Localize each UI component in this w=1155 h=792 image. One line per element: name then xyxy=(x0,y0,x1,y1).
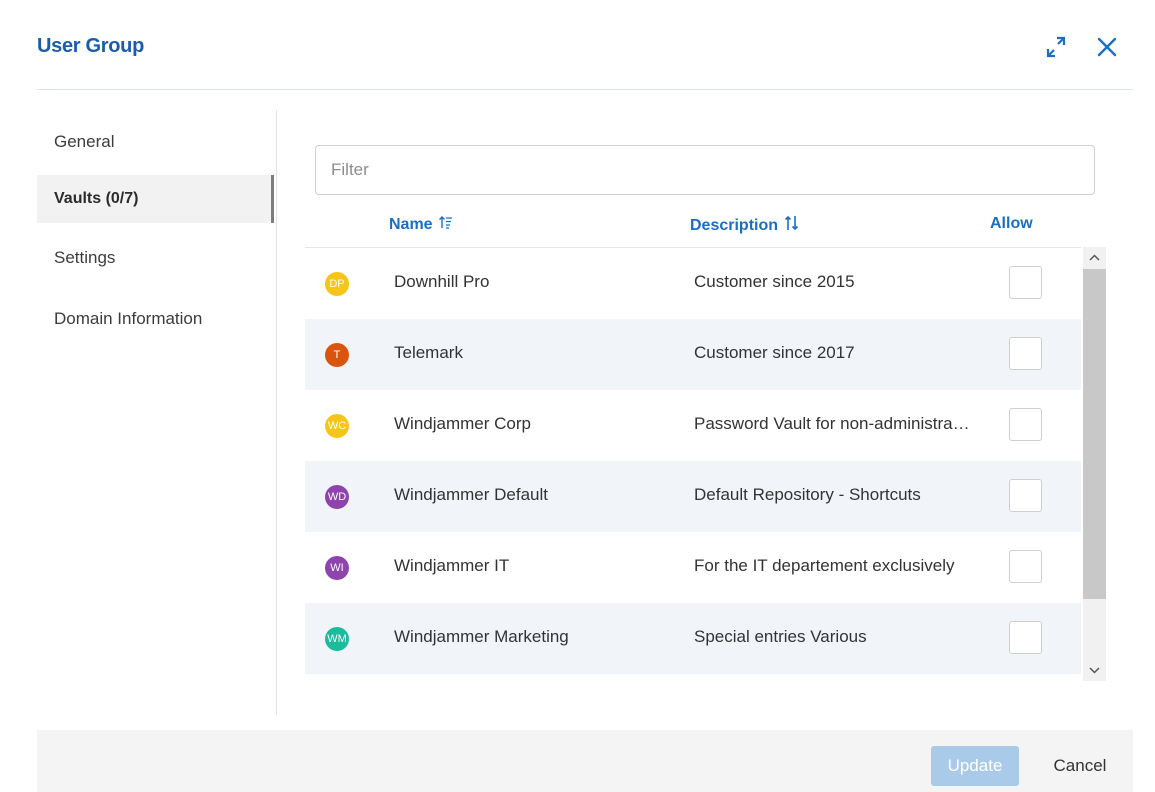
vault-description: For the IT departement exclusively xyxy=(694,556,955,575)
column-header-allow[interactable]: Allow xyxy=(990,215,1033,233)
vault-name: Downhill Pro xyxy=(394,272,490,291)
sidebar-item-vaults[interactable]: Vaults (0/7) xyxy=(37,175,274,223)
sidebar-item-general[interactable]: General xyxy=(37,118,274,166)
vault-name: Windjammer Corp xyxy=(394,414,531,433)
expand-icon[interactable] xyxy=(1043,34,1069,60)
allow-checkbox[interactable] xyxy=(1009,479,1042,512)
table-row[interactable]: T Telemark Customer since 2017 xyxy=(305,319,1081,390)
allow-checkbox[interactable] xyxy=(1009,550,1042,583)
column-description-label: Description xyxy=(690,216,779,234)
update-button[interactable]: Update xyxy=(931,746,1019,786)
vault-description: Default Repository - Shortcuts xyxy=(694,485,921,504)
column-name-label: Name xyxy=(389,215,433,233)
table-row[interactable]: WS xyxy=(305,674,1081,681)
allow-checkbox[interactable] xyxy=(1009,408,1042,441)
dialog-footer: Update Cancel xyxy=(37,730,1133,792)
list-scrollbar[interactable] xyxy=(1083,247,1106,681)
vault-avatar: WI xyxy=(325,556,349,580)
filter-input[interactable] xyxy=(315,145,1095,195)
vault-description: Customer since 2017 xyxy=(694,343,855,362)
vault-avatar: WC xyxy=(325,414,349,438)
column-header-description[interactable]: Description xyxy=(690,215,800,236)
table-row[interactable]: WM Windjammer Marketing Special entries Va… xyxy=(305,603,1081,674)
dialog-header: User Group xyxy=(37,0,1133,90)
vault-name: Windjammer Marketing xyxy=(394,627,569,646)
vault-name: Windjammer Default xyxy=(394,485,548,504)
table-row[interactable]: WI Windjammer IT For the IT departement ex… xyxy=(305,532,1081,603)
cancel-button[interactable]: Cancel xyxy=(1033,746,1127,786)
vault-avatar: WD xyxy=(325,485,349,509)
vault-name: Telemark xyxy=(394,343,463,362)
sidebar-item-settings[interactable]: Settings xyxy=(37,234,274,282)
dialog-title: User Group xyxy=(37,35,145,57)
allow-checkbox[interactable] xyxy=(1009,266,1042,299)
scrollbar-thumb[interactable] xyxy=(1083,269,1106,599)
sort-ascending-icon xyxy=(438,215,453,234)
allow-checkbox[interactable] xyxy=(1009,621,1042,654)
vault-description: Special entries Various xyxy=(694,627,867,646)
scroll-up-icon[interactable] xyxy=(1083,247,1106,269)
close-icon[interactable] xyxy=(1094,34,1120,60)
vault-description: Customer since 2015 xyxy=(694,272,855,291)
table-row[interactable]: WC Windjammer Corp Password Vault for non-… xyxy=(305,390,1081,461)
table-row[interactable]: WD Windjammer Default Default Repository -… xyxy=(305,461,1081,532)
sidebar: General Vaults (0/7) Settings Domain Inf… xyxy=(37,110,277,715)
vault-avatar: WM xyxy=(325,627,349,651)
allow-checkbox[interactable] xyxy=(1009,337,1042,370)
table-row[interactable]: DP Downhill Pro Customer since 2015 xyxy=(305,248,1081,319)
column-header-name[interactable]: Name xyxy=(389,215,453,234)
vault-description: Password Vault for non-administrators xyxy=(694,414,974,433)
sort-icon xyxy=(784,215,800,236)
vault-avatar: DP xyxy=(325,272,349,296)
vault-avatar: T xyxy=(325,343,349,367)
sidebar-item-domain-information[interactable]: Domain Information xyxy=(37,295,274,343)
vault-name: Windjammer IT xyxy=(394,556,510,575)
vault-list: DP Downhill Pro Customer since 2015 T Telema… xyxy=(305,247,1081,681)
scroll-down-icon[interactable] xyxy=(1083,659,1106,681)
